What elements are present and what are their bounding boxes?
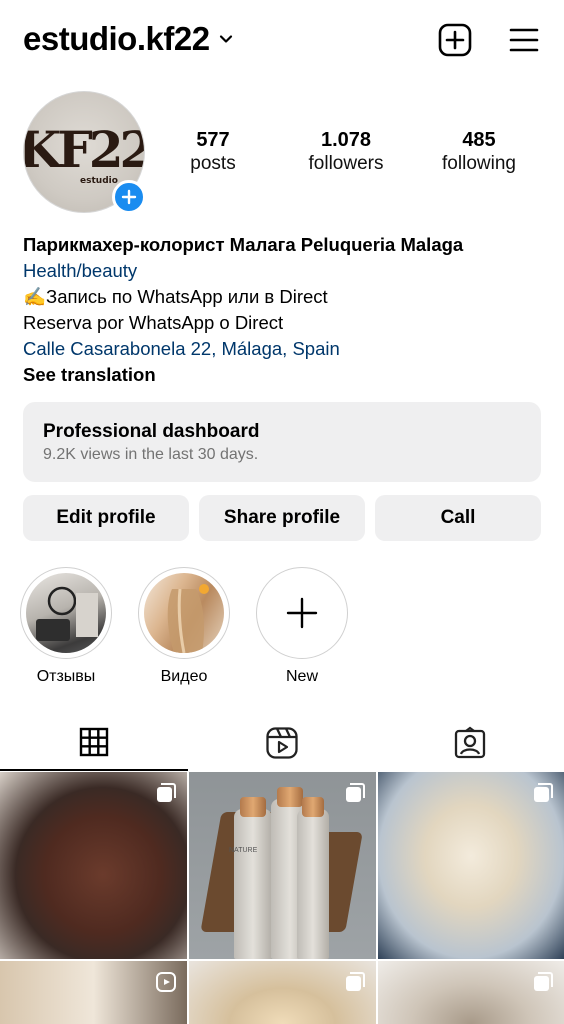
profile-actions: Edit profile Share profile Call xyxy=(23,495,541,541)
menu-icon[interactable] xyxy=(506,22,542,58)
post-thumbnail[interactable] xyxy=(378,772,564,959)
grid-icon xyxy=(79,727,109,757)
see-translation-link[interactable]: See translation xyxy=(23,362,543,388)
share-profile-button[interactable]: Share profile xyxy=(199,495,365,541)
post-thumbnail[interactable] xyxy=(189,961,376,1024)
profile-tabs xyxy=(0,715,564,771)
stat-followers[interactable]: 1.078 followers xyxy=(286,128,406,176)
reel-icon xyxy=(156,972,176,992)
highlight-cover-image xyxy=(26,573,106,653)
carousel-icon xyxy=(534,972,553,991)
profile-name: Парикмахер-колорист Малага Peluqueria Ma… xyxy=(23,234,464,255)
tab-tagged[interactable] xyxy=(376,715,564,771)
carousel-icon xyxy=(346,972,365,991)
post-thumbnail[interactable] xyxy=(378,961,564,1024)
reels-icon xyxy=(266,727,298,759)
profile-stats: 577 posts 1.078 followers 485 following xyxy=(170,128,550,188)
stat-label: following xyxy=(442,153,516,174)
edit-profile-button[interactable]: Edit profile xyxy=(23,495,189,541)
highlight-reviews[interactable]: Отзывы xyxy=(20,567,112,687)
username-label: estudio.kf22 xyxy=(23,20,210,57)
dashboard-subtitle: 9.2K views in the last 30 days. xyxy=(43,446,259,463)
add-story-button[interactable] xyxy=(112,180,146,214)
highlight-ring xyxy=(138,567,230,659)
highlight-label: New xyxy=(285,668,318,685)
tab-grid[interactable] xyxy=(0,715,188,771)
carousel-icon xyxy=(157,783,176,802)
stat-value: 485 xyxy=(462,129,496,151)
post-thumbnail[interactable]: NATURE xyxy=(189,772,376,959)
avatar-logo-subtext: estudio xyxy=(80,175,118,186)
call-button[interactable]: Call xyxy=(375,495,541,541)
stat-following[interactable]: 485 following xyxy=(419,128,539,176)
stat-posts[interactable]: 577 posts xyxy=(153,128,273,176)
stat-label: followers xyxy=(308,153,384,174)
profile-category[interactable]: Health/beauty xyxy=(23,258,543,284)
tab-reels[interactable] xyxy=(188,715,376,771)
highlight-new[interactable]: New xyxy=(256,567,348,687)
avatar-logo-text: KF22 xyxy=(23,119,145,179)
highlight-cover-image xyxy=(144,573,224,653)
username-switcher[interactable]: estudio.kf22 xyxy=(23,20,234,58)
stat-value: 1.078 xyxy=(320,129,372,151)
posts-grid: NATURE xyxy=(0,772,564,1024)
post-thumbnail[interactable] xyxy=(0,961,187,1024)
dashboard-title: Professional dashboard xyxy=(43,421,260,442)
bio-line-1: ✍️Запись по WhatsApp или в Direct xyxy=(23,286,328,307)
stat-value: 577 xyxy=(196,129,230,151)
top-bar: estudio.kf22 xyxy=(0,0,564,84)
highlight-ring xyxy=(256,567,348,659)
plus-icon xyxy=(121,189,137,205)
profile-avatar[interactable]: KF22 estudio xyxy=(23,91,147,215)
highlight-label: Отзывы xyxy=(36,668,96,685)
professional-dashboard[interactable]: Professional dashboard 9.2K views in the… xyxy=(23,402,541,482)
post-thumbnail[interactable] xyxy=(0,772,187,959)
tagged-icon xyxy=(454,726,486,759)
carousel-icon xyxy=(534,783,553,802)
create-post-icon[interactable] xyxy=(437,22,473,58)
product-label: NATURE xyxy=(229,847,258,854)
profile-address-link[interactable]: Calle Casarabonela 22, Málaga, Spain xyxy=(23,336,543,362)
carousel-icon xyxy=(346,783,365,802)
bio-line-2: Reserva por WhatsApp o Direct xyxy=(23,312,284,333)
stat-label: posts xyxy=(190,153,236,174)
highlight-video[interactable]: Видео xyxy=(138,567,230,687)
highlight-ring xyxy=(20,567,112,659)
chevron-down-icon xyxy=(219,35,232,43)
plus-icon xyxy=(286,597,318,629)
profile-bio: Парикмахер-колорист Малага Peluqueria Ma… xyxy=(23,232,543,388)
highlight-label: Видео xyxy=(160,668,208,685)
